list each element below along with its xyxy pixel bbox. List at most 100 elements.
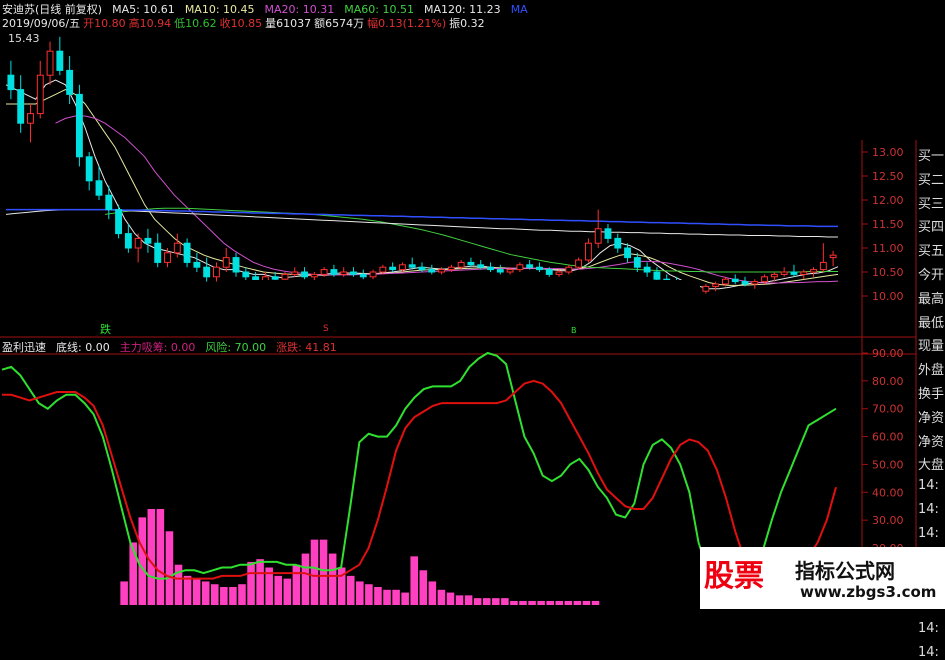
- quote-item-3: 低10.62: [174, 17, 217, 30]
- candle-body: [310, 273, 318, 278]
- candle: [183, 238, 191, 268]
- absorb-bar: [564, 600, 573, 605]
- absorb-bar: [510, 600, 518, 605]
- absorb-bar: [365, 584, 373, 605]
- candle-body: [770, 273, 778, 278]
- candle-body: [780, 271, 788, 275]
- candle-body: [614, 237, 622, 249]
- absorb-bar: [283, 578, 292, 605]
- absorb-bar: [419, 570, 428, 605]
- quote-item-6: 额6574万: [314, 17, 365, 30]
- absorb-bar: [165, 531, 174, 605]
- quote-panel-label: 14:: [918, 621, 939, 636]
- candle-body: [359, 273, 367, 278]
- candle-body: [487, 266, 494, 271]
- candle-body: [36, 74, 44, 115]
- absorb-bar: [591, 600, 600, 605]
- candle-body: [66, 69, 74, 95]
- price-tick-label: 12.50: [872, 170, 904, 183]
- candle-body: [85, 156, 93, 182]
- candle-body: [653, 271, 661, 280]
- candle-body: [173, 242, 181, 254]
- candle-body: [438, 269, 446, 273]
- candle: [115, 204, 123, 239]
- absorb-bar: [256, 559, 264, 605]
- indicator-tick-label: 70.00: [872, 403, 904, 416]
- candle-body: [447, 266, 455, 271]
- indicator-tick-label: 50.00: [872, 458, 904, 471]
- price-tick-label: 12.00: [872, 194, 904, 207]
- price-marker: 15.43: [8, 32, 40, 45]
- absorb-bar: [220, 587, 228, 605]
- candle-body: [829, 254, 837, 259]
- candle-body: [467, 261, 475, 266]
- price-tick-label: 11.00: [872, 242, 904, 255]
- absorb-bar: [528, 600, 536, 605]
- absorb-bar: [201, 581, 210, 605]
- candle-body: [555, 271, 563, 275]
- candle-body: [222, 257, 230, 268]
- quote-item-7: 幅0.13(1.21%): [367, 17, 447, 30]
- absorb-bar: [229, 587, 237, 605]
- candle-body: [320, 269, 328, 275]
- absorb-bar: [292, 564, 301, 605]
- quote-panel-label: 最低: [918, 315, 945, 331]
- price-tick-label: 13.00: [872, 146, 904, 159]
- quote-item-0: 2019/09/06/五: [2, 17, 81, 30]
- absorb-bar: [392, 589, 400, 605]
- quote-panel-label: 14:: [918, 644, 939, 660]
- absorb-bar: [346, 575, 355, 605]
- quote-item-5: 量61037: [265, 17, 312, 30]
- candle-body: [761, 276, 769, 283]
- candle-body: [428, 269, 436, 273]
- candle-body: [584, 242, 592, 261]
- price-tick-label: 10.50: [872, 266, 904, 279]
- price-tick-label: 10.00: [872, 290, 904, 303]
- absorb-bar: [183, 575, 192, 605]
- absorb-bar: [537, 600, 545, 605]
- absorb-bar: [301, 553, 310, 605]
- absorb-bar: [374, 587, 382, 605]
- candle-body: [7, 74, 15, 91]
- candle-body: [565, 266, 573, 273]
- candle-body: [301, 271, 308, 278]
- candle-body: [291, 271, 299, 275]
- chart-header-row2: 2019/09/06/五 开10.80 高10.94 低10.62 收10.85 量610…: [2, 15, 488, 31]
- candle-body: [506, 269, 514, 273]
- absorb-bar: [138, 517, 147, 605]
- quote-panel-label: 14:: [918, 502, 939, 517]
- candle-body: [232, 257, 240, 273]
- candle-body: [271, 276, 279, 280]
- quote-panel-label: 净资: [918, 434, 945, 450]
- absorb-bar: [501, 598, 509, 605]
- candle-body: [144, 237, 152, 244]
- candle-body: [496, 269, 504, 273]
- candle-body: [330, 269, 338, 275]
- quote-panel-label: 换手: [918, 387, 945, 402]
- candle-body: [340, 271, 348, 275]
- signal-die: 跌: [100, 323, 111, 336]
- absorb-bar: [428, 581, 437, 605]
- absorb-bar: [310, 539, 319, 605]
- candle-body: [56, 50, 64, 71]
- candle-body: [115, 209, 123, 235]
- candle-body: [203, 266, 211, 278]
- candle-body: [731, 278, 739, 283]
- quote-panel-label: 最高: [918, 291, 945, 307]
- candle-body: [575, 259, 583, 268]
- absorb-bar: [356, 581, 364, 605]
- quote-panel-label: 14:: [918, 478, 939, 494]
- indicator-tick-label: 90.00: [872, 347, 904, 360]
- quote-panel-label: 现量: [918, 339, 945, 355]
- candle-body: [124, 233, 132, 249]
- candle-body: [398, 264, 406, 271]
- indicator-label-4: 涨跌: 41.81: [276, 341, 337, 354]
- candle-body: [369, 271, 377, 278]
- candle-body: [702, 285, 710, 292]
- quote-panel-label: 买一: [918, 149, 945, 164]
- candle-body: [810, 269, 817, 273]
- candle-body: [164, 252, 171, 263]
- candle-body: [27, 113, 34, 124]
- candle-body: [604, 228, 612, 239]
- indicator-tick-label: 80.00: [872, 375, 904, 388]
